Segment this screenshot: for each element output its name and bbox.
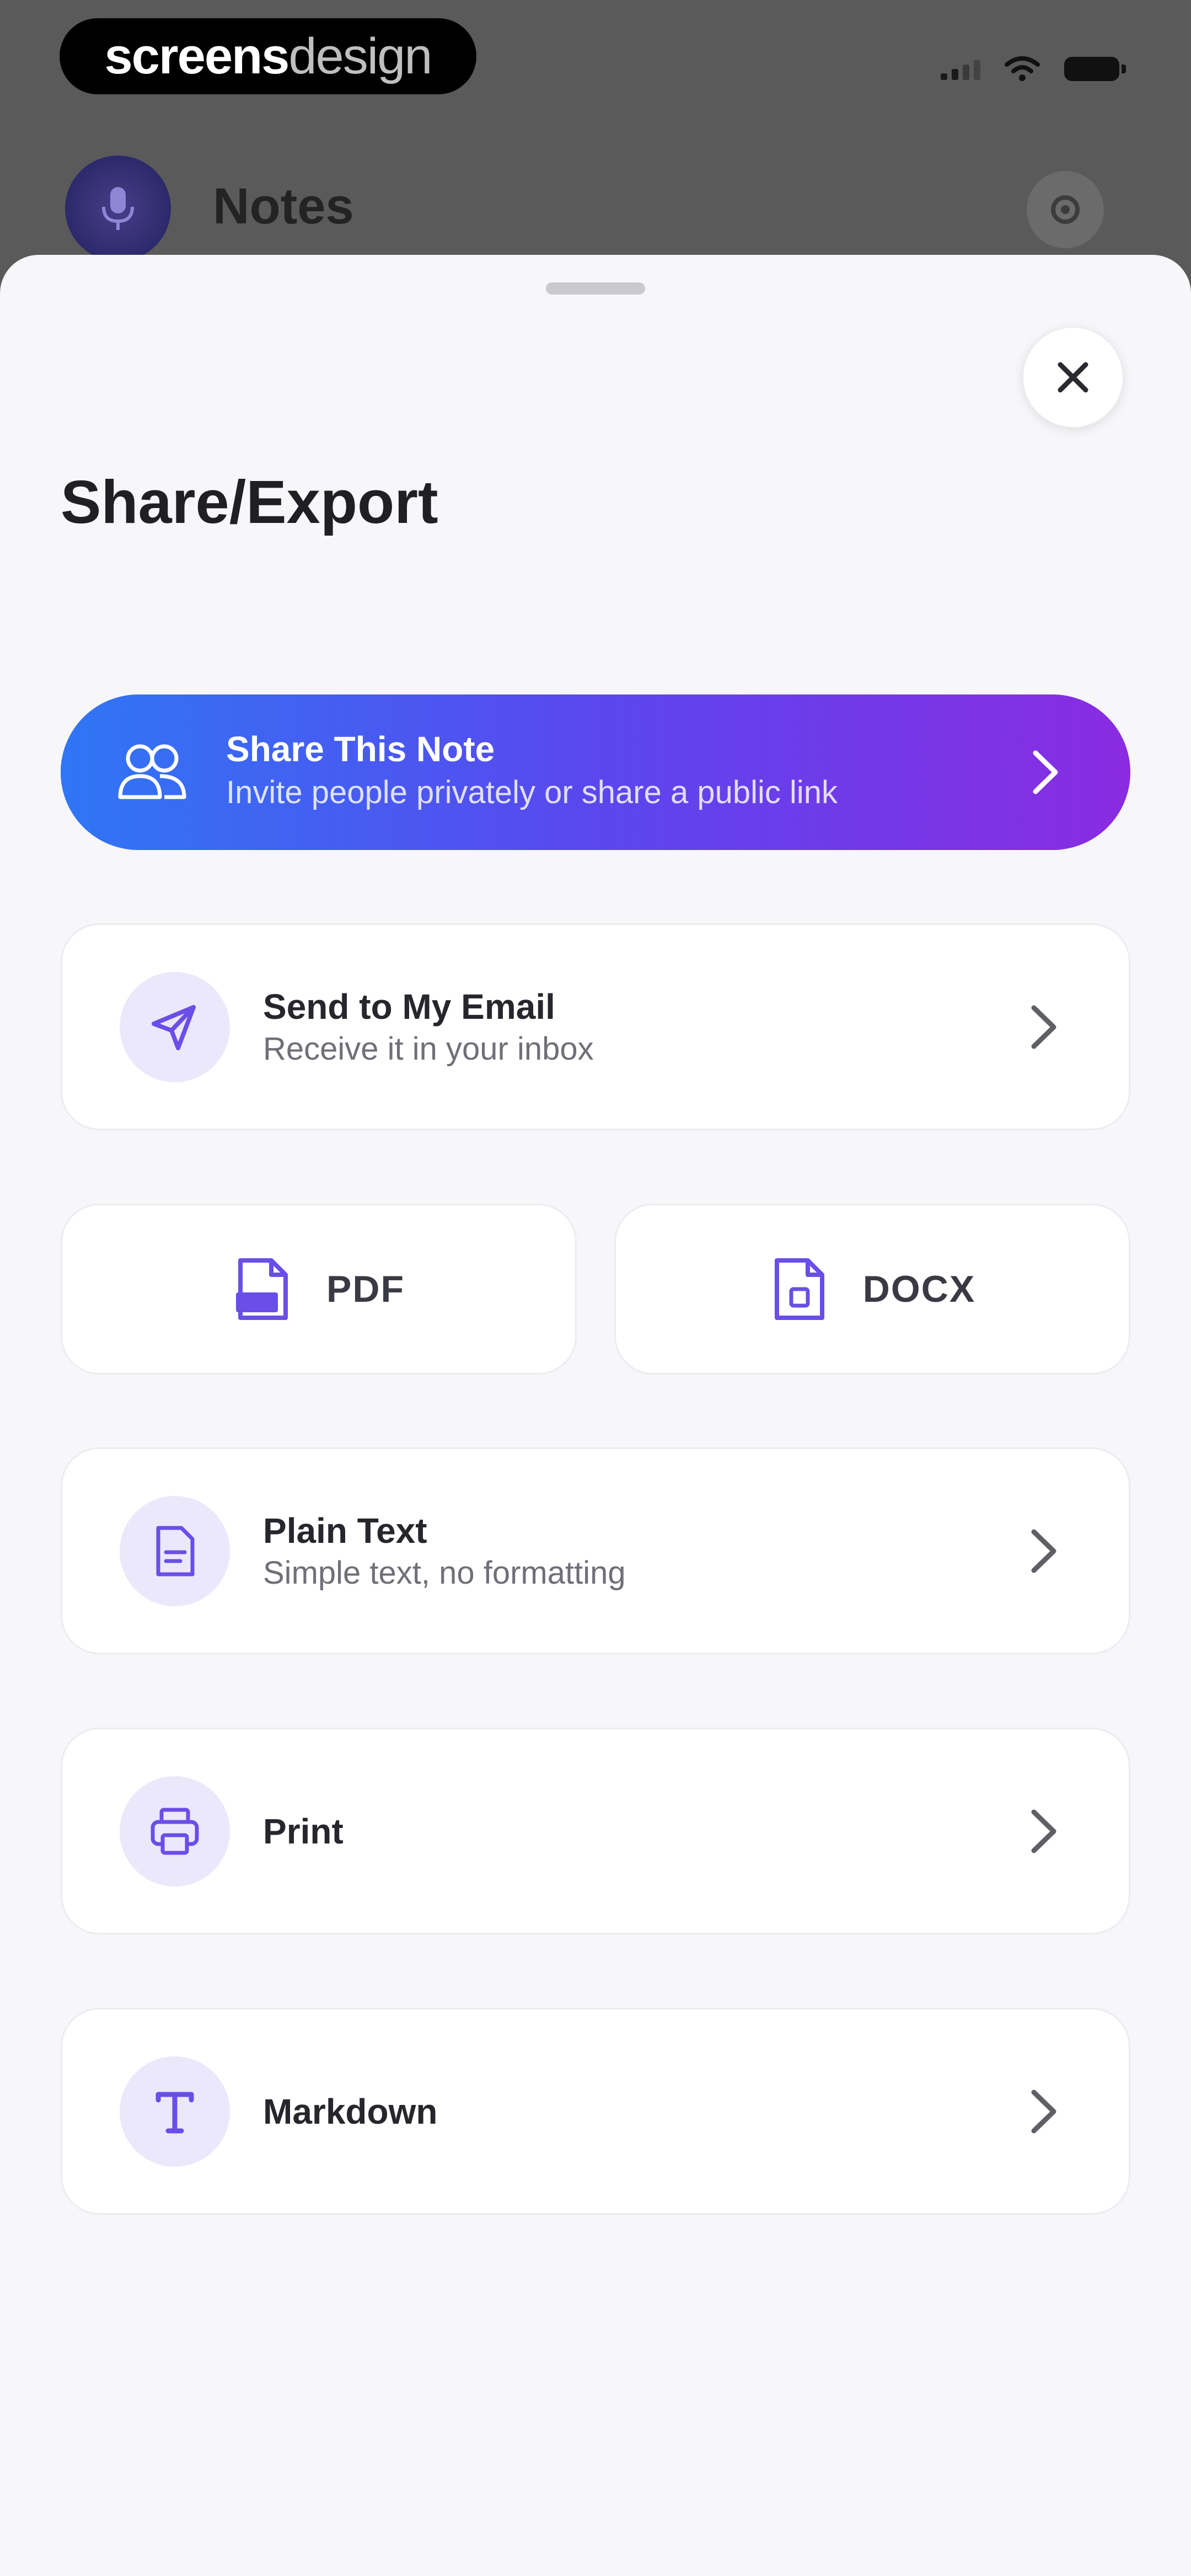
plain-text-title: Plain Text (263, 1510, 427, 1551)
microphone-icon[interactable] (65, 156, 171, 261)
send-email-subtitle: Receive it in your inbox (263, 1030, 594, 1067)
pdf-button[interactable]: PDF (61, 1204, 577, 1375)
watermark-bold: screens (104, 28, 290, 84)
send-email-texts: Send to My Email Receive it in your inbo… (263, 985, 594, 1070)
watermark-logo: screensdesign (60, 18, 476, 94)
share-note-button[interactable]: Share This Note Invite people privately … (61, 694, 1130, 850)
people-icon (118, 744, 186, 799)
share-export-sheet: Share/Export Share This Note Invite peop… (0, 255, 1191, 2576)
close-button[interactable] (1022, 327, 1124, 428)
watermark-light: design (288, 28, 432, 84)
share-note-title: Share This Note (226, 729, 495, 769)
docx-file-icon (774, 1258, 824, 1320)
sheet-grabber[interactable] (546, 282, 645, 295)
send-email-button[interactable]: Send to My Email Receive it in your inbo… (61, 923, 1130, 1130)
background-app: screensdesign Notes (0, 0, 1191, 287)
sheet-title: Share/Export (61, 468, 438, 536)
text-format-icon (120, 2056, 230, 2167)
markdown-title: Markdown (263, 2091, 438, 2131)
plain-text-texts: Plain Text Simple text, no formatting (263, 1509, 626, 1594)
chevron-right-icon (1031, 2089, 1056, 2133)
pdf-label: PDF (326, 1268, 405, 1310)
wifi-icon (1005, 56, 1040, 81)
markdown-button[interactable]: Markdown (61, 2008, 1130, 2215)
app-title: Notes (213, 178, 354, 234)
print-button[interactable]: Print (61, 1728, 1130, 1934)
close-icon (1058, 362, 1088, 393)
share-note-texts: Share This Note Invite people privately … (226, 726, 838, 814)
print-texts: Print (263, 1809, 344, 1853)
chevron-right-icon (1031, 1809, 1056, 1853)
status-icons (941, 52, 1126, 85)
send-email-title: Send to My Email (263, 986, 555, 1027)
battery-icon (1064, 57, 1126, 81)
pdf-file-icon (236, 1258, 288, 1320)
document-icon (120, 1495, 230, 1606)
cellular-signal-icon (941, 58, 980, 80)
send-icon (120, 971, 230, 1082)
chevron-right-icon (1031, 1529, 1056, 1573)
print-title: Print (263, 1811, 344, 1851)
docx-button[interactable]: DOCX (614, 1204, 1130, 1375)
printer-icon (120, 1776, 230, 1886)
docx-label: DOCX (862, 1268, 976, 1310)
markdown-texts: Markdown (263, 2089, 437, 2134)
settings-icon[interactable] (1027, 171, 1104, 248)
chevron-right-icon (1031, 1005, 1056, 1049)
chevron-right-icon (1033, 750, 1058, 794)
share-note-subtitle: Invite people privately or share a publi… (226, 774, 838, 810)
plain-text-button[interactable]: Plain Text Simple text, no formatting (61, 1447, 1130, 1654)
plain-text-subtitle: Simple text, no formatting (263, 1554, 626, 1591)
